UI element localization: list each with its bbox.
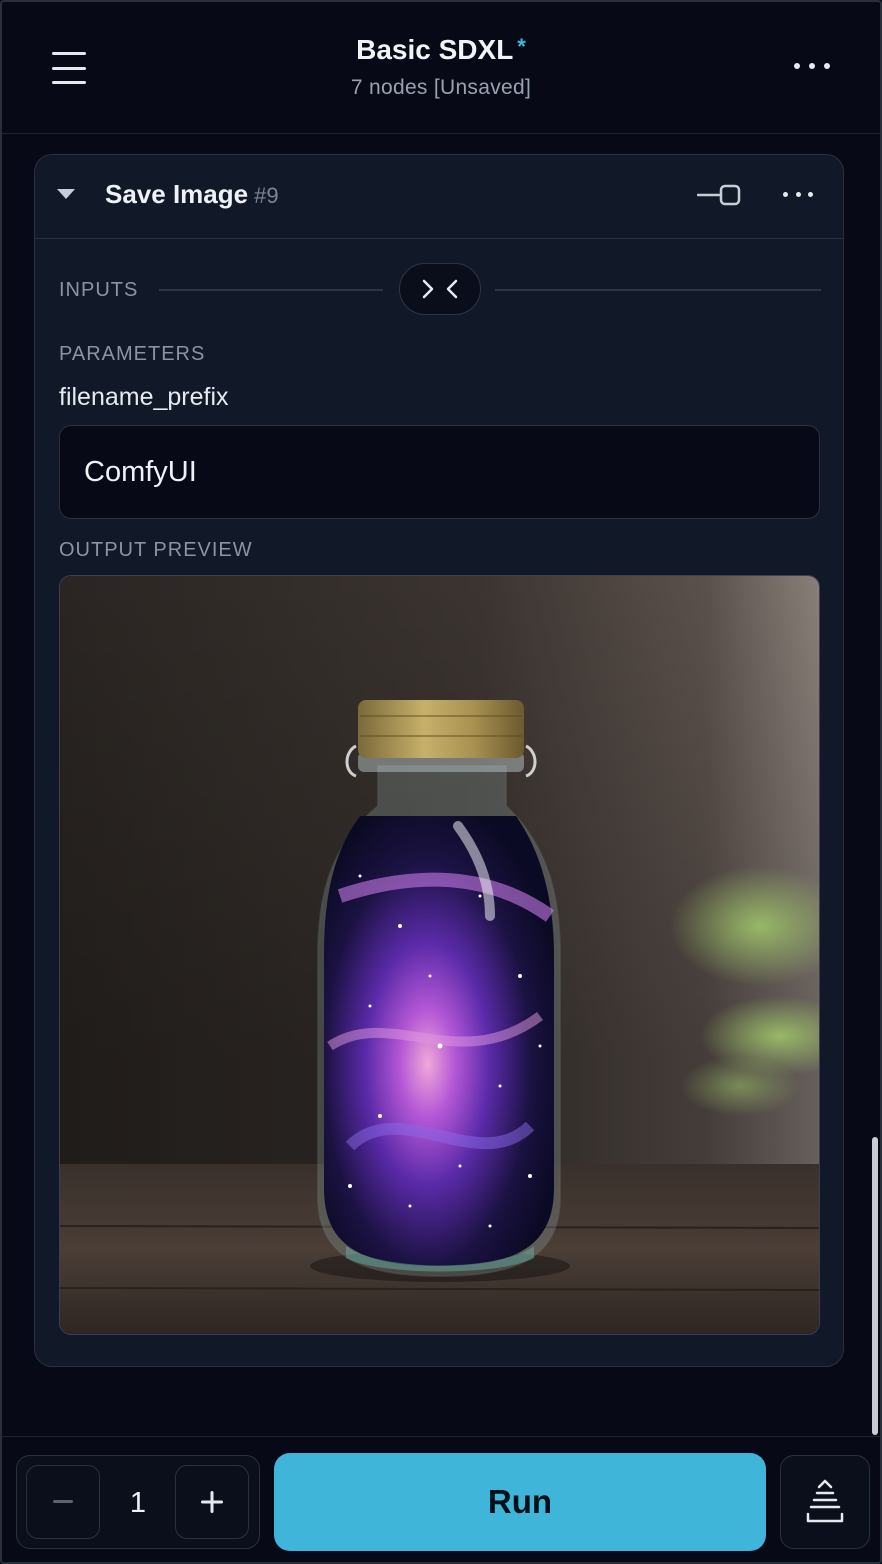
- parameters-label: PARAMETERS: [59, 343, 206, 365]
- workflow-title-block: Basic SDXL * 7 nodes [Unsaved]: [2, 34, 880, 100]
- filename-prefix-label: filename_prefix: [59, 383, 229, 411]
- inputs-divider: [59, 263, 821, 317]
- node-id: #9: [254, 183, 279, 208]
- unsaved-marker: *: [517, 34, 526, 59]
- node-card-header: Save Image #9: [35, 155, 843, 239]
- caret-down-icon[interactable]: [57, 189, 75, 199]
- run-button[interactable]: Run: [274, 1453, 766, 1551]
- more-horizontal-icon[interactable]: [794, 58, 830, 74]
- workflow-title: Basic SDXL *: [2, 34, 880, 66]
- filename-prefix-input[interactable]: [59, 425, 820, 519]
- workflow-subtitle: 7 nodes [Unsaved]: [350, 76, 532, 99]
- node-title-text: Save Image: [105, 179, 249, 209]
- app-frame: Basic SDXL * 7 nodes [Unsaved] Save Image…: [0, 0, 882, 1564]
- batch-count-value[interactable]: 1: [101, 1456, 175, 1550]
- collapse-arrows-icon[interactable]: [399, 263, 481, 315]
- workflow-title-text: Basic SDXL: [356, 34, 514, 65]
- pin-slider-icon[interactable]: [696, 183, 743, 207]
- node-card-save-image: Save Image #9 INPUTS PARAMETERS filename_…: [34, 154, 844, 1367]
- scrollbar[interactable]: [872, 1137, 878, 1435]
- output-preview-image[interactable]: [59, 575, 820, 1335]
- node-more-icon[interactable]: [783, 187, 813, 201]
- decrement-button[interactable]: [26, 1465, 100, 1539]
- output-preview-label: OUTPUT PREVIEW: [59, 539, 253, 561]
- batch-count-stepper: 1: [16, 1455, 260, 1549]
- queue-stack-icon[interactable]: [780, 1455, 870, 1549]
- bottom-action-bar: 1 Run: [2, 1436, 880, 1562]
- top-header: Basic SDXL * 7 nodes [Unsaved]: [2, 2, 880, 134]
- node-title: Save Image #9: [105, 179, 279, 210]
- increment-button[interactable]: [175, 1465, 249, 1539]
